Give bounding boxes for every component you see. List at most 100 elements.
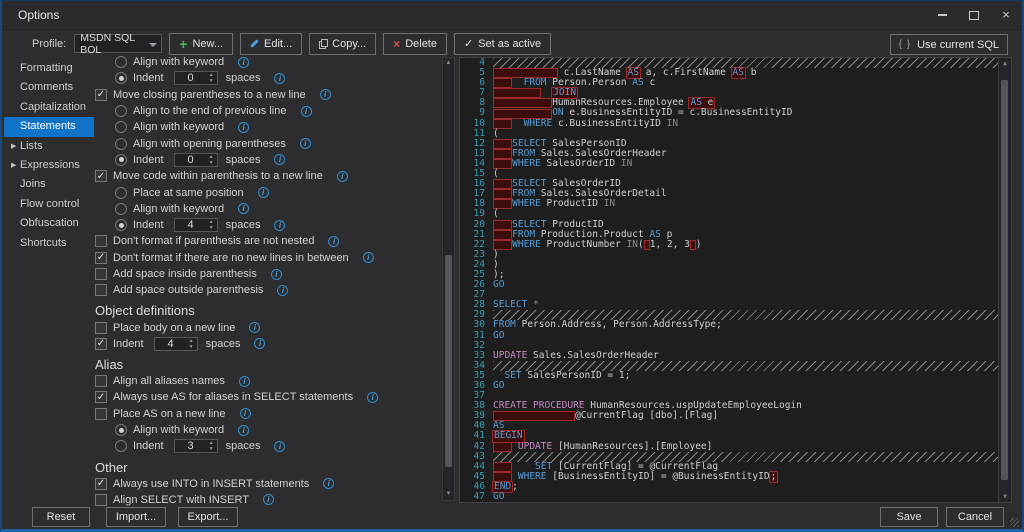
indent-spaces-input[interactable]: 4 ▲▼ — [154, 337, 198, 351]
scroll-up-icon[interactable]: ▲ — [999, 58, 1011, 69]
scroll-down-icon[interactable]: ▼ — [443, 489, 454, 500]
info-icon[interactable]: i — [240, 408, 251, 419]
radio-icon[interactable] — [115, 154, 127, 166]
radio-icon[interactable] — [115, 72, 127, 84]
sidebar-item-comments[interactable]: Comments — [4, 78, 94, 97]
import-button[interactable]: Import... — [106, 507, 166, 527]
option-row: ✓Move code within parenthesis to a new l… — [95, 168, 440, 184]
sidebar-item-expressions[interactable]: ▶Expressions — [4, 156, 94, 175]
info-icon[interactable]: i — [238, 425, 249, 436]
info-icon[interactable]: i — [277, 285, 288, 296]
use-current-sql-button[interactable]: { } Use current SQL — [890, 34, 1008, 55]
sidebar-item-flow-control[interactable]: Flow control — [4, 195, 94, 214]
checkbox-icon[interactable] — [95, 268, 107, 280]
radio-icon[interactable] — [115, 440, 127, 452]
edit-button[interactable]: Edit... — [240, 33, 302, 55]
sidebar-item-shortcuts[interactable]: Shortcuts — [4, 234, 94, 253]
info-icon[interactable]: i — [274, 73, 285, 84]
info-icon[interactable]: i — [238, 57, 249, 68]
radio-icon[interactable] — [115, 121, 127, 133]
radio-icon[interactable] — [115, 424, 127, 436]
info-icon[interactable]: i — [263, 494, 274, 505]
checkbox-icon[interactable]: ✓ — [95, 478, 107, 490]
info-icon[interactable]: i — [300, 138, 311, 149]
checkbox-icon[interactable] — [95, 235, 107, 247]
info-icon[interactable]: i — [274, 441, 285, 452]
checkbox-icon[interactable]: ✓ — [95, 170, 107, 182]
spinner-icon[interactable]: ▲▼ — [207, 154, 216, 166]
sidebar-item-statements[interactable]: Statements — [4, 117, 94, 136]
export-button[interactable]: Export... — [178, 507, 238, 527]
copy-button[interactable]: Copy... — [309, 33, 376, 55]
radio-icon[interactable] — [115, 187, 127, 199]
info-icon[interactable]: i — [320, 89, 331, 100]
info-icon[interactable]: i — [249, 322, 260, 333]
indent-spaces-input[interactable]: 3▲▼ — [174, 439, 218, 453]
sidebar-item-formatting[interactable]: Formatting — [4, 59, 94, 78]
indent-spaces-input[interactable]: 0▲▼ — [174, 153, 218, 167]
info-icon[interactable]: i — [323, 478, 334, 489]
maximize-icon[interactable] — [968, 9, 980, 21]
close-icon[interactable]: × — [1000, 9, 1012, 21]
info-icon[interactable]: i — [274, 154, 285, 165]
radio-icon[interactable] — [115, 138, 127, 150]
checkbox-icon[interactable]: ✓ — [95, 89, 107, 101]
code-scrollbar[interactable]: ▲ ▼ — [998, 58, 1011, 502]
scroll-down-icon[interactable]: ▼ — [999, 491, 1011, 502]
spinner-icon[interactable]: ▲▼ — [207, 72, 216, 84]
line-number: 6 — [460, 78, 493, 88]
cancel-button[interactable]: Cancel — [946, 507, 1004, 527]
sidebar-item-label: Joins — [20, 178, 46, 190]
info-icon[interactable]: i — [258, 187, 269, 198]
spinner-icon[interactable]: ▲▼ — [207, 440, 216, 452]
scroll-up-icon[interactable]: ▲ — [443, 58, 454, 69]
radio-icon[interactable] — [115, 219, 127, 231]
sidebar-item-joins[interactable]: Joins — [4, 175, 94, 194]
checkbox-icon[interactable]: ✓ — [95, 391, 107, 403]
radio-icon[interactable] — [115, 203, 127, 215]
option-row: Align SELECT with INSERTi — [95, 492, 440, 508]
options-scrollbar[interactable]: ▲ ▼ — [442, 57, 455, 501]
checkbox-icon[interactable] — [95, 322, 107, 334]
radio-icon[interactable] — [115, 105, 127, 117]
info-icon[interactable]: i — [301, 106, 312, 117]
radio-icon[interactable] — [115, 56, 127, 68]
reset-button[interactable]: Reset — [32, 507, 90, 527]
spinner-icon[interactable]: ▲▼ — [187, 338, 196, 350]
checkbox-icon[interactable]: ✓ — [95, 338, 107, 350]
checkbox-icon[interactable] — [95, 284, 107, 296]
info-icon[interactable]: i — [271, 269, 282, 280]
save-button[interactable]: Save — [880, 507, 938, 527]
code-token: WHERE — [512, 240, 541, 250]
spinner-icon[interactable]: ▲▼ — [207, 219, 216, 231]
option-label: Add space outside parenthesis — [113, 284, 263, 296]
info-icon[interactable]: i — [238, 122, 249, 133]
options-scrollbar-thumb[interactable] — [445, 255, 452, 467]
resize-grip[interactable] — [1010, 518, 1019, 527]
info-icon[interactable]: i — [363, 252, 374, 263]
info-icon[interactable]: i — [328, 236, 339, 247]
indent-spaces-value: 4 — [168, 338, 174, 350]
info-icon[interactable]: i — [239, 376, 250, 387]
delete-button[interactable]: ×Delete — [383, 33, 447, 55]
checkbox-icon[interactable] — [95, 408, 107, 420]
info-icon[interactable]: i — [238, 203, 249, 214]
code-scrollbar-thumb[interactable] — [1001, 80, 1008, 480]
sidebar-item-lists[interactable]: ▶Lists — [4, 137, 94, 156]
checkbox-icon[interactable] — [95, 494, 107, 506]
indent-spaces-input[interactable]: 4▲▼ — [174, 218, 218, 232]
minimize-icon[interactable] — [936, 9, 948, 21]
set-active-button[interactable]: ✓Set as active — [454, 33, 551, 55]
info-icon[interactable]: i — [274, 220, 285, 231]
info-icon[interactable]: i — [337, 171, 348, 182]
sidebar-item-obfuscation[interactable]: Obfuscation — [4, 214, 94, 233]
checkbox-icon[interactable] — [95, 375, 107, 387]
code-line: 42 UPDATE [HumanResources].[Employee] — [460, 442, 1011, 452]
new-button[interactable]: +New... — [169, 33, 233, 55]
sidebar-item-capitalization[interactable]: Capitalization — [4, 98, 94, 117]
indent-spaces-input[interactable]: 0▲▼ — [174, 71, 218, 85]
info-icon[interactable]: i — [367, 392, 378, 403]
info-icon[interactable]: i — [254, 338, 265, 349]
checkbox-icon[interactable]: ✓ — [95, 252, 107, 264]
profile-dropdown[interactable]: MSDN SQL BOL — [74, 34, 162, 53]
